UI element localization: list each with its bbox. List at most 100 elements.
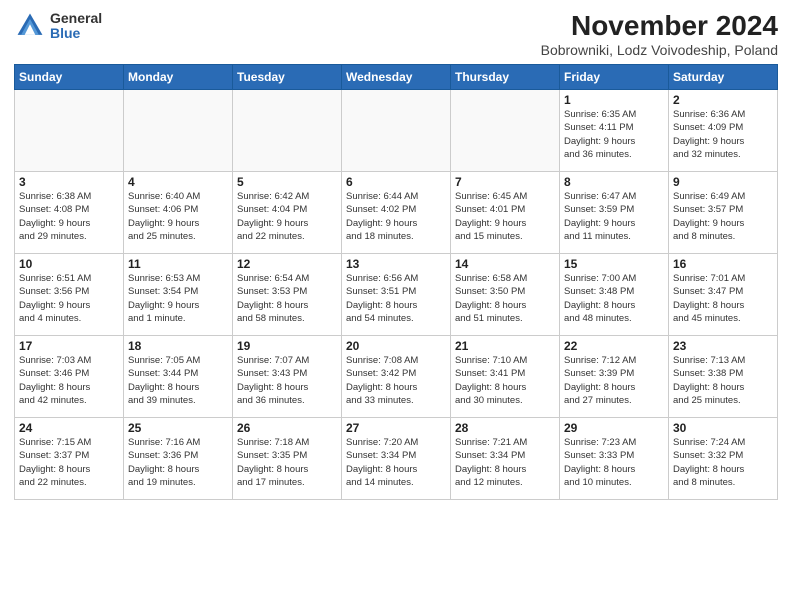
day-number: 24 [19, 421, 119, 435]
calendar-cell: 21Sunrise: 7:10 AM Sunset: 3:41 PM Dayli… [451, 336, 560, 418]
calendar-cell: 5Sunrise: 6:42 AM Sunset: 4:04 PM Daylig… [233, 172, 342, 254]
day-info: Sunrise: 7:00 AM Sunset: 3:48 PM Dayligh… [564, 272, 664, 325]
calendar-cell: 27Sunrise: 7:20 AM Sunset: 3:34 PM Dayli… [342, 418, 451, 500]
calendar-cell: 23Sunrise: 7:13 AM Sunset: 3:38 PM Dayli… [669, 336, 778, 418]
day-info: Sunrise: 7:05 AM Sunset: 3:44 PM Dayligh… [128, 354, 228, 407]
weekday-header-wednesday: Wednesday [342, 65, 451, 90]
day-info: Sunrise: 6:36 AM Sunset: 4:09 PM Dayligh… [673, 108, 773, 161]
day-number: 8 [564, 175, 664, 189]
day-info: Sunrise: 7:16 AM Sunset: 3:36 PM Dayligh… [128, 436, 228, 489]
calendar-cell: 28Sunrise: 7:21 AM Sunset: 3:34 PM Dayli… [451, 418, 560, 500]
logo-icon [14, 10, 46, 42]
calendar-week-3: 17Sunrise: 7:03 AM Sunset: 3:46 PM Dayli… [15, 336, 778, 418]
day-number: 5 [237, 175, 337, 189]
header: General Blue November 2024 Bobrowniki, L… [14, 10, 778, 58]
calendar-cell: 18Sunrise: 7:05 AM Sunset: 3:44 PM Dayli… [124, 336, 233, 418]
day-info: Sunrise: 7:18 AM Sunset: 3:35 PM Dayligh… [237, 436, 337, 489]
day-info: Sunrise: 6:45 AM Sunset: 4:01 PM Dayligh… [455, 190, 555, 243]
day-number: 22 [564, 339, 664, 353]
logo-general-label: General [50, 11, 102, 26]
day-number: 18 [128, 339, 228, 353]
title-block: November 2024 Bobrowniki, Lodz Voivodesh… [541, 10, 778, 58]
day-info: Sunrise: 7:12 AM Sunset: 3:39 PM Dayligh… [564, 354, 664, 407]
day-info: Sunrise: 7:10 AM Sunset: 3:41 PM Dayligh… [455, 354, 555, 407]
day-number: 20 [346, 339, 446, 353]
calendar-cell: 29Sunrise: 7:23 AM Sunset: 3:33 PM Dayli… [560, 418, 669, 500]
calendar-cell: 2Sunrise: 6:36 AM Sunset: 4:09 PM Daylig… [669, 90, 778, 172]
calendar-cell: 10Sunrise: 6:51 AM Sunset: 3:56 PM Dayli… [15, 254, 124, 336]
day-info: Sunrise: 7:01 AM Sunset: 3:47 PM Dayligh… [673, 272, 773, 325]
day-number: 13 [346, 257, 446, 271]
day-info: Sunrise: 6:49 AM Sunset: 3:57 PM Dayligh… [673, 190, 773, 243]
calendar-cell: 15Sunrise: 7:00 AM Sunset: 3:48 PM Dayli… [560, 254, 669, 336]
day-number: 30 [673, 421, 773, 435]
day-info: Sunrise: 7:21 AM Sunset: 3:34 PM Dayligh… [455, 436, 555, 489]
calendar-cell: 30Sunrise: 7:24 AM Sunset: 3:32 PM Dayli… [669, 418, 778, 500]
calendar-cell [451, 90, 560, 172]
day-info: Sunrise: 6:53 AM Sunset: 3:54 PM Dayligh… [128, 272, 228, 325]
calendar: SundayMondayTuesdayWednesdayThursdayFrid… [14, 64, 778, 500]
day-info: Sunrise: 7:07 AM Sunset: 3:43 PM Dayligh… [237, 354, 337, 407]
calendar-cell: 22Sunrise: 7:12 AM Sunset: 3:39 PM Dayli… [560, 336, 669, 418]
weekday-header-tuesday: Tuesday [233, 65, 342, 90]
calendar-week-1: 3Sunrise: 6:38 AM Sunset: 4:08 PM Daylig… [15, 172, 778, 254]
day-info: Sunrise: 6:56 AM Sunset: 3:51 PM Dayligh… [346, 272, 446, 325]
logo-blue-label: Blue [50, 26, 102, 41]
calendar-cell: 24Sunrise: 7:15 AM Sunset: 3:37 PM Dayli… [15, 418, 124, 500]
page: General Blue November 2024 Bobrowniki, L… [0, 0, 792, 612]
calendar-cell: 9Sunrise: 6:49 AM Sunset: 3:57 PM Daylig… [669, 172, 778, 254]
calendar-cell: 14Sunrise: 6:58 AM Sunset: 3:50 PM Dayli… [451, 254, 560, 336]
calendar-cell: 26Sunrise: 7:18 AM Sunset: 3:35 PM Dayli… [233, 418, 342, 500]
calendar-cell: 12Sunrise: 6:54 AM Sunset: 3:53 PM Dayli… [233, 254, 342, 336]
day-info: Sunrise: 6:47 AM Sunset: 3:59 PM Dayligh… [564, 190, 664, 243]
day-number: 4 [128, 175, 228, 189]
day-number: 21 [455, 339, 555, 353]
main-title: November 2024 [541, 10, 778, 42]
weekday-header-friday: Friday [560, 65, 669, 90]
calendar-cell: 20Sunrise: 7:08 AM Sunset: 3:42 PM Dayli… [342, 336, 451, 418]
logo: General Blue [14, 10, 102, 42]
day-number: 12 [237, 257, 337, 271]
calendar-week-2: 10Sunrise: 6:51 AM Sunset: 3:56 PM Dayli… [15, 254, 778, 336]
day-number: 28 [455, 421, 555, 435]
calendar-cell: 7Sunrise: 6:45 AM Sunset: 4:01 PM Daylig… [451, 172, 560, 254]
calendar-cell [342, 90, 451, 172]
day-number: 19 [237, 339, 337, 353]
calendar-cell: 6Sunrise: 6:44 AM Sunset: 4:02 PM Daylig… [342, 172, 451, 254]
calendar-cell: 1Sunrise: 6:35 AM Sunset: 4:11 PM Daylig… [560, 90, 669, 172]
day-number: 7 [455, 175, 555, 189]
day-info: Sunrise: 7:13 AM Sunset: 3:38 PM Dayligh… [673, 354, 773, 407]
calendar-cell: 16Sunrise: 7:01 AM Sunset: 3:47 PM Dayli… [669, 254, 778, 336]
day-info: Sunrise: 6:58 AM Sunset: 3:50 PM Dayligh… [455, 272, 555, 325]
calendar-cell [15, 90, 124, 172]
calendar-week-0: 1Sunrise: 6:35 AM Sunset: 4:11 PM Daylig… [15, 90, 778, 172]
calendar-cell: 13Sunrise: 6:56 AM Sunset: 3:51 PM Dayli… [342, 254, 451, 336]
day-info: Sunrise: 7:23 AM Sunset: 3:33 PM Dayligh… [564, 436, 664, 489]
calendar-body: 1Sunrise: 6:35 AM Sunset: 4:11 PM Daylig… [15, 90, 778, 500]
day-number: 9 [673, 175, 773, 189]
calendar-cell: 11Sunrise: 6:53 AM Sunset: 3:54 PM Dayli… [124, 254, 233, 336]
weekday-row: SundayMondayTuesdayWednesdayThursdayFrid… [15, 65, 778, 90]
calendar-cell: 8Sunrise: 6:47 AM Sunset: 3:59 PM Daylig… [560, 172, 669, 254]
weekday-header-monday: Monday [124, 65, 233, 90]
calendar-cell [233, 90, 342, 172]
day-info: Sunrise: 7:20 AM Sunset: 3:34 PM Dayligh… [346, 436, 446, 489]
logo-text: General Blue [50, 11, 102, 42]
day-number: 15 [564, 257, 664, 271]
day-number: 23 [673, 339, 773, 353]
weekday-header-saturday: Saturday [669, 65, 778, 90]
calendar-week-4: 24Sunrise: 7:15 AM Sunset: 3:37 PM Dayli… [15, 418, 778, 500]
day-number: 1 [564, 93, 664, 107]
day-number: 3 [19, 175, 119, 189]
calendar-cell [124, 90, 233, 172]
day-info: Sunrise: 6:54 AM Sunset: 3:53 PM Dayligh… [237, 272, 337, 325]
calendar-cell: 19Sunrise: 7:07 AM Sunset: 3:43 PM Dayli… [233, 336, 342, 418]
day-number: 14 [455, 257, 555, 271]
calendar-cell: 25Sunrise: 7:16 AM Sunset: 3:36 PM Dayli… [124, 418, 233, 500]
day-info: Sunrise: 7:24 AM Sunset: 3:32 PM Dayligh… [673, 436, 773, 489]
day-info: Sunrise: 6:35 AM Sunset: 4:11 PM Dayligh… [564, 108, 664, 161]
day-number: 17 [19, 339, 119, 353]
day-info: Sunrise: 7:08 AM Sunset: 3:42 PM Dayligh… [346, 354, 446, 407]
day-info: Sunrise: 6:38 AM Sunset: 4:08 PM Dayligh… [19, 190, 119, 243]
day-number: 25 [128, 421, 228, 435]
